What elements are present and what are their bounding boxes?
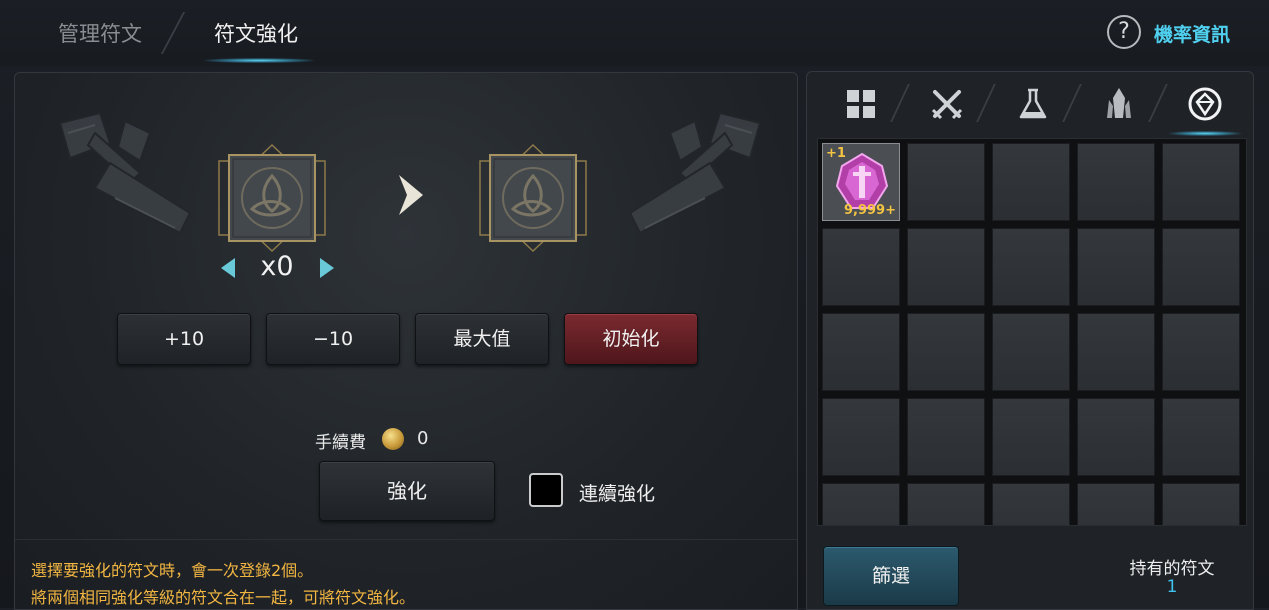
inventory-slot[interactable] — [822, 313, 900, 391]
inventory-slot[interactable] — [1162, 398, 1240, 476]
owned-runes-label: 持有的符文 — [1129, 559, 1215, 579]
inventory-slot[interactable] — [1162, 313, 1240, 391]
increase-count-icon[interactable] — [317, 256, 337, 280]
inventory-slot[interactable] — [992, 228, 1070, 306]
plus-ten-button[interactable]: +10 — [117, 313, 251, 365]
inventory-slot[interactable] — [1077, 483, 1155, 525]
inventory-slot[interactable] — [1162, 143, 1240, 221]
inventory-slot[interactable] — [992, 313, 1070, 391]
inventory-slot[interactable] — [992, 483, 1070, 525]
inventory-slot[interactable] — [907, 483, 985, 525]
inventory-slot[interactable] — [1162, 483, 1240, 525]
max-button[interactable]: 最大值 — [415, 313, 549, 365]
rune-inventory-grid: +1 9,999+ — [817, 138, 1247, 526]
top-bar: 管理符文 符文強化 ? 機率資訊 — [0, 0, 1269, 66]
inventory-slot[interactable] — [907, 228, 985, 306]
inventory-slot[interactable] — [1077, 313, 1155, 391]
flask-icon[interactable] — [1015, 86, 1051, 122]
notice-text: 選擇要強化的符文時，會一次登錄2個。 — [31, 561, 314, 580]
rune-count: x0 — [260, 251, 294, 282]
minus-ten-button[interactable]: −10 — [266, 313, 400, 365]
owned-runes-count: 1 — [1166, 577, 1178, 597]
tab-divider — [1062, 84, 1082, 122]
question-icon[interactable]: ? — [1107, 15, 1141, 49]
inventory-slot[interactable] — [907, 398, 985, 476]
source-rune-slot[interactable] — [217, 143, 327, 253]
grid-icon[interactable] — [843, 86, 879, 122]
fee-label: 手續費 — [315, 433, 366, 453]
inventory-slot[interactable] — [822, 483, 900, 525]
item-quantity: 9,999+ — [843, 203, 896, 218]
inventory-slot[interactable] — [992, 398, 1070, 476]
reset-button[interactable]: 初始化 — [564, 313, 698, 365]
rune-icon[interactable] — [1187, 86, 1223, 122]
tab-divider — [890, 84, 910, 122]
inventory-slot[interactable] — [1077, 228, 1155, 306]
inventory-slot[interactable] — [822, 398, 900, 476]
filter-button[interactable]: 篩選 — [823, 546, 959, 606]
tab-manage-runes[interactable]: 管理符文 — [58, 18, 142, 48]
crystal-icon[interactable] — [1101, 86, 1137, 122]
gold-coin-icon — [382, 428, 404, 450]
tab-rune-upgrade[interactable]: 符文強化 — [214, 18, 298, 48]
active-tab-indicator — [204, 58, 314, 63]
axe-statue-icon — [58, 111, 192, 235]
divider — [15, 539, 797, 540]
crossed-swords-icon[interactable] — [929, 86, 965, 122]
inventory-slot[interactable]: +1 9,999+ — [822, 143, 900, 221]
result-rune-slot — [479, 143, 587, 253]
inventory-slot[interactable] — [992, 143, 1070, 221]
continuous-enhance-checkbox[interactable] — [529, 473, 563, 507]
inventory-panel: +1 9,999+ 篩選 持有的符文 1 — [806, 71, 1254, 610]
axe-statue-icon — [628, 111, 762, 235]
inventory-slot[interactable] — [1162, 228, 1240, 306]
upgrade-panel: x0 +10 −10 最大值 初始化 手續費 0 強化 連續強化 選擇要強化的符… — [14, 72, 798, 610]
inventory-slot[interactable] — [907, 313, 985, 391]
notice-text: 將兩個相同強化等級的符文合在一起，可將符文強化。 — [31, 588, 416, 607]
fee-value: 0 — [417, 428, 429, 449]
inventory-slot[interactable] — [1077, 143, 1155, 221]
active-category-indicator — [1169, 131, 1241, 136]
item-level-badge: +1 — [826, 146, 846, 161]
tab-divider — [1148, 84, 1168, 122]
decrease-count-icon[interactable] — [218, 256, 238, 280]
chevron-right-icon — [399, 175, 423, 215]
tab-divider — [160, 12, 186, 54]
inventory-slot[interactable] — [907, 143, 985, 221]
probability-info-link[interactable]: 機率資訊 — [1154, 20, 1230, 47]
inventory-slot[interactable] — [1077, 398, 1155, 476]
tab-divider — [976, 84, 996, 122]
inventory-slot[interactable] — [822, 228, 900, 306]
continuous-enhance-label: 連續強化 — [579, 483, 656, 505]
enhance-button[interactable]: 強化 — [319, 461, 495, 521]
